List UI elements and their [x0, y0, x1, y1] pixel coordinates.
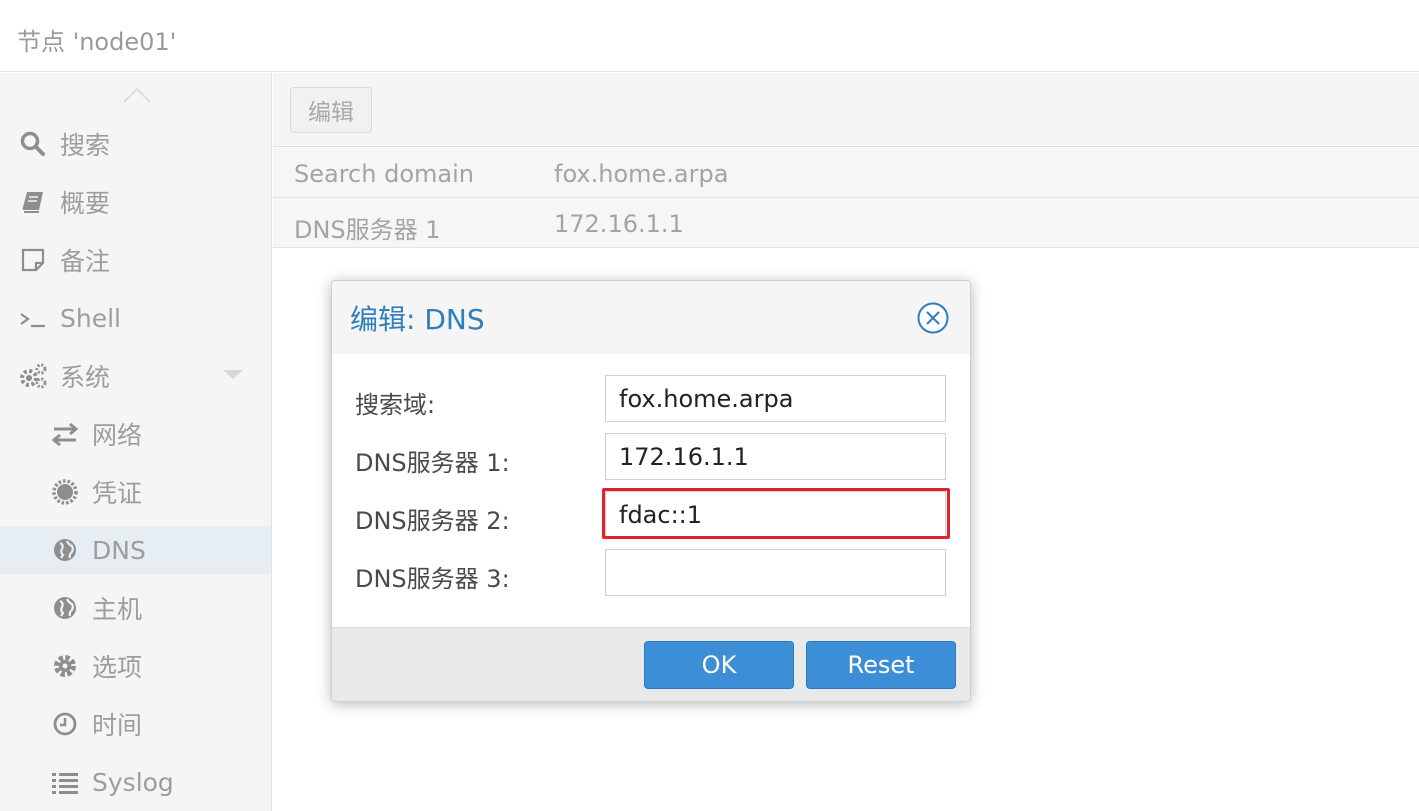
ok-button[interactable]: OK: [644, 641, 794, 689]
certificate-icon: [50, 477, 80, 507]
dns-server-3-field[interactable]: [605, 549, 946, 596]
sidebar-item-label: 概要: [60, 189, 111, 218]
sidebar-item-label: 凭证: [92, 479, 143, 508]
globe-icon: [50, 593, 80, 623]
sidebar-item-label: 网络: [92, 421, 143, 450]
clock-icon: [50, 709, 80, 739]
list-icon: [50, 767, 80, 797]
sidebar-item-options[interactable]: 选项: [0, 642, 271, 690]
note-icon: [18, 245, 48, 275]
dns-server-2-field[interactable]: [605, 491, 946, 538]
gears-icon: [18, 361, 48, 391]
sidebar-item-label: 搜索: [60, 131, 111, 160]
sidebar-item-label: 主机: [92, 595, 143, 624]
sidebar-item-search[interactable]: 搜索: [0, 120, 271, 168]
sidebar-item-label: 系统: [60, 363, 111, 392]
book-icon: [18, 187, 48, 217]
reset-button[interactable]: Reset: [806, 641, 956, 689]
search-domain-field[interactable]: [605, 375, 946, 422]
sidebar-item-hosts[interactable]: 主机: [0, 584, 271, 632]
sidebar-item-summary[interactable]: 概要: [0, 178, 271, 226]
close-icon[interactable]: [916, 301, 950, 335]
sidebar-item-label: Shell: [60, 303, 121, 333]
dns-grid: Search domain fox.home.arpa DNS服务器 1 172…: [273, 148, 1419, 248]
dialog-header: 编辑: DNS: [332, 281, 970, 354]
globe-icon: [50, 535, 80, 565]
scroll-up-icon[interactable]: [122, 85, 152, 105]
sidebar-item-label: 选项: [92, 653, 143, 682]
sidebar-item-notes[interactable]: 备注: [0, 236, 271, 284]
sidebar-item-label: DNS: [92, 535, 146, 565]
table-row[interactable]: DNS服务器 1 172.16.1.1: [273, 198, 1419, 248]
edit-dns-dialog: 编辑: DNS 搜索域: DNS服务器 1: DNS服务器 2: DNS服务器 …: [331, 280, 971, 702]
dns-server-1-label: DNS服务器 1:: [355, 449, 510, 477]
chevron-down-icon[interactable]: [223, 370, 243, 379]
sidebar-item-time[interactable]: 时间: [0, 700, 271, 748]
dialog-footer: OK Reset: [332, 627, 970, 701]
terminal-icon: [18, 303, 48, 333]
dns-server-1-field[interactable]: [605, 433, 946, 480]
sidebar-item-network[interactable]: 网络: [0, 410, 271, 458]
sidebar-item-label: 备注: [60, 247, 111, 276]
dialog-title: 编辑: DNS: [350, 303, 485, 336]
sidebar-item-shell[interactable]: Shell: [0, 294, 271, 342]
sidebar-item-dns[interactable]: DNS: [0, 526, 271, 574]
sidebar-item-certificates[interactable]: 凭证: [0, 468, 271, 516]
search-icon: [18, 129, 48, 159]
row-value: fox.home.arpa: [554, 160, 729, 188]
exchange-icon: [50, 419, 80, 449]
search-domain-label: 搜索域:: [355, 391, 436, 419]
sidebar-item-system[interactable]: 系统: [0, 352, 271, 400]
dns-server-3-label: DNS服务器 3:: [355, 565, 510, 593]
page-title: 节点 'node01': [17, 28, 177, 56]
sidebar-item-label: 时间: [92, 711, 143, 740]
row-key: DNS服务器 1: [294, 216, 441, 244]
dns-server-2-label: DNS服务器 2:: [355, 507, 510, 535]
edit-button[interactable]: 编辑: [290, 87, 372, 133]
table-row[interactable]: Search domain fox.home.arpa: [273, 148, 1419, 198]
row-key: Search domain: [294, 160, 474, 188]
gear-icon: [50, 651, 80, 681]
toolbar: 编辑: [273, 73, 1419, 147]
row-value: 172.16.1.1: [554, 210, 684, 238]
sidebar-item-syslog[interactable]: Syslog: [0, 758, 271, 806]
page-header: 节点 'node01': [0, 0, 1419, 72]
sidebar: 搜索 概要 备注 Shell 系统 网络 凭证 DNS 主机 选项 时间 Sys…: [0, 73, 272, 811]
sidebar-item-label: Syslog: [92, 767, 174, 797]
